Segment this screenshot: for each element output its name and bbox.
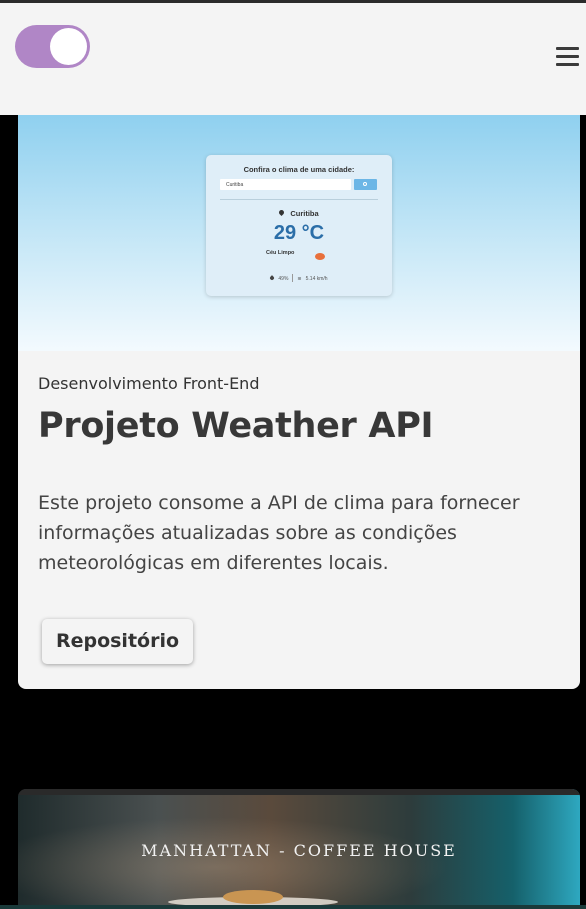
- wind-value: 5.14 km/h: [305, 276, 328, 282]
- site-header: [0, 3, 586, 115]
- weather-city: Curitiba: [206, 208, 392, 218]
- weather-search-input: Curitiba: [220, 179, 351, 190]
- hamburger-icon[interactable]: [556, 47, 579, 67]
- coffee-house-brand: MANHATTAN - COFFEE HOUSE: [141, 841, 457, 860]
- weather-stats: 49% ≋ 5.14 km/h: [206, 274, 392, 282]
- wind-icon: ≋: [297, 276, 302, 282]
- weather-temperature: 29 °C: [273, 222, 325, 244]
- humidity-value: 49%: [278, 276, 289, 282]
- project-title: Projeto Weather API: [38, 406, 434, 446]
- sun-icon: [315, 253, 325, 260]
- project-description: Este projeto consome a API de clima para…: [38, 492, 520, 574]
- project-preview-image: Confira o clima de uma cidade: Curitiba …: [18, 115, 580, 351]
- divider: [220, 199, 378, 200]
- repository-button[interactable]: Repositório: [42, 619, 193, 664]
- search-icon: [363, 182, 367, 186]
- weather-widget-preview: Confira o clima de uma cidade: Curitiba …: [206, 155, 392, 296]
- toggle-knob: [50, 28, 87, 65]
- weather-condition: Céu Limpo: [266, 250, 295, 256]
- location-pin-icon: [278, 208, 286, 217]
- weather-prompt: Confira o clima de uma cidade:: [243, 165, 355, 174]
- humidity-icon: [269, 275, 276, 281]
- project-card: Confira o clima de uma cidade: Curitiba …: [18, 115, 580, 689]
- weather-search-button: [354, 179, 377, 190]
- project-category: Desenvolvimento Front-End: [38, 374, 260, 393]
- theme-toggle[interactable]: [15, 25, 90, 68]
- next-project-card: MANHATTAN - COFFEE HOUSE: [18, 789, 580, 909]
- croissant: [223, 890, 283, 904]
